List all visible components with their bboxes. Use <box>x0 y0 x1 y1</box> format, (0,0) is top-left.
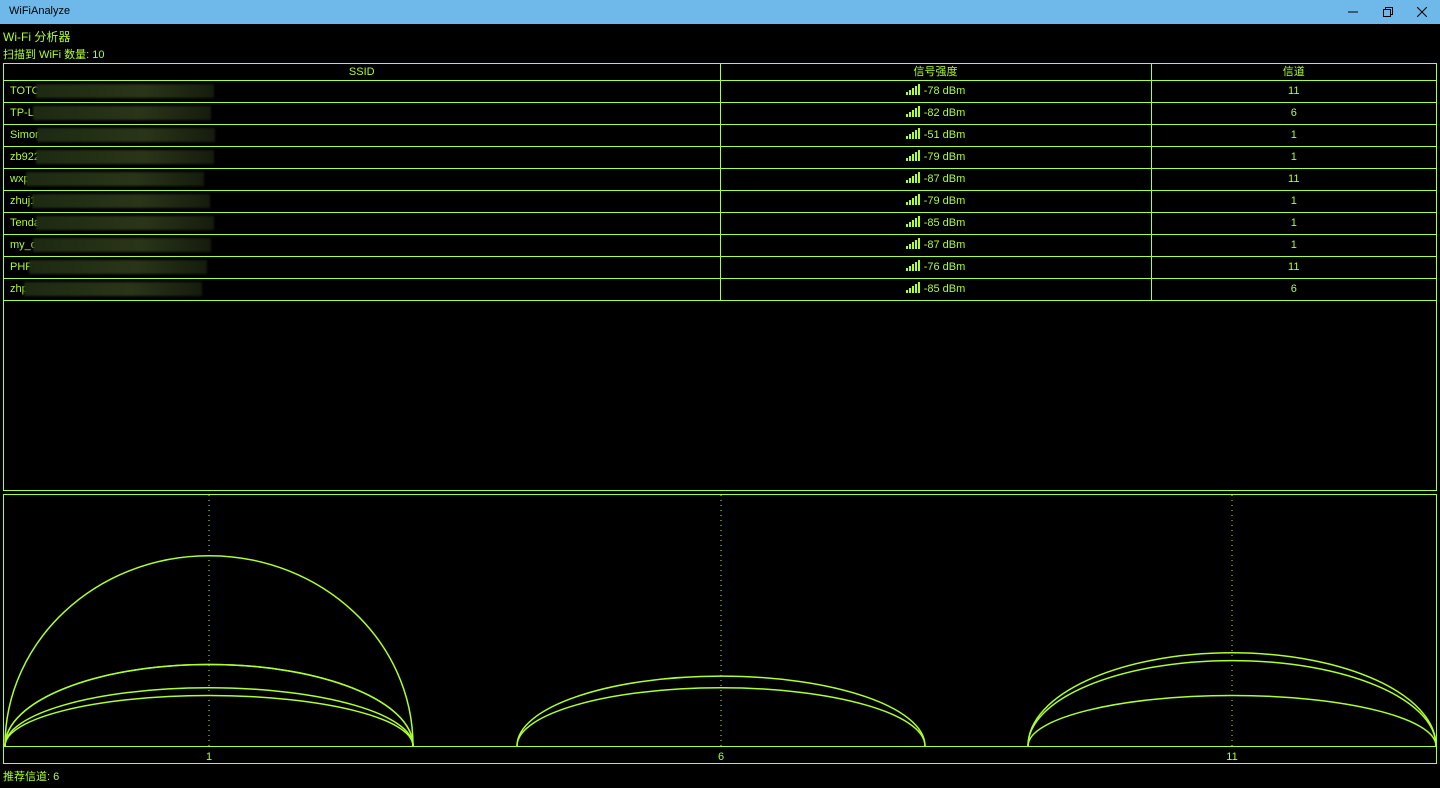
channel-cell: 1 <box>1150 189 1436 213</box>
table-row[interactable]: TP-LI -82 dBm 6 <box>4 101 1436 125</box>
scan-count: 扫描到 WiFi 数量: 10 <box>3 49 105 61</box>
signal-strength-icon <box>905 106 921 117</box>
table-row[interactable]: PHP -76 dBm 11 <box>4 255 1436 279</box>
close-button[interactable] <box>1405 0 1439 24</box>
signal-strength-icon <box>905 172 921 183</box>
app-title: Wi-Fi 分析器 <box>3 30 71 44</box>
channel-cell: 1 <box>1150 145 1436 169</box>
signal-cell: -82 dBm <box>719 101 1152 125</box>
signal-cell: -79 dBm <box>719 189 1152 213</box>
ssid-cell: zhuj1 <box>4 189 721 213</box>
signal-text: -79 dBm <box>923 151 966 163</box>
channel-cell: 6 <box>1150 101 1436 125</box>
signal-cell: -79 dBm <box>719 145 1152 169</box>
channel-graph: 1 6 11 <box>4 495 1436 763</box>
channel-cell: 11 <box>1150 79 1436 103</box>
redacted-mac <box>32 194 211 209</box>
signal-cell: -85 dBm <box>719 277 1152 301</box>
redacted-mac <box>37 128 216 143</box>
signal-strength-icon <box>905 260 921 271</box>
signal-text: -79 dBm <box>923 195 966 207</box>
channel-cell: 11 <box>1150 167 1436 191</box>
redacted-mac <box>32 238 211 253</box>
network-signal-arc <box>1027 659 1436 747</box>
signal-text: -76 dBm <box>923 261 966 273</box>
table-header: SSID 信号强度 信道 <box>4 64 1436 81</box>
redacted-mac <box>28 260 207 275</box>
signal-strength-icon <box>905 282 921 293</box>
ssid-cell: Simon <box>4 123 721 147</box>
recommended-channel: 推荐信道: 6 <box>3 771 60 783</box>
table-row[interactable]: zb922 -79 dBm 1 <box>4 145 1436 169</box>
wifi-table: SSID 信号强度 信道 TOTO -78 dBm 11 TP-LI -82 dBm 6 S… <box>4 64 1436 301</box>
table-row[interactable]: Tenda -85 dBm 1 <box>4 211 1436 235</box>
window-title: WiFiAnalyze <box>9 5 71 17</box>
signal-strength-icon <box>905 216 921 227</box>
signal-strength-icon <box>905 150 921 161</box>
channel-graph-panel: 1 6 11 <box>3 494 1437 764</box>
signal-text: -78 dBm <box>923 85 966 97</box>
signal-cell: -76 dBm <box>719 255 1152 279</box>
redacted-mac <box>32 106 211 121</box>
column-header-channel[interactable]: 信道 <box>1150 64 1436 81</box>
signal-cell: -78 dBm <box>719 79 1152 103</box>
table-row[interactable]: TOTO -78 dBm 11 <box>4 79 1436 103</box>
ssid-cell: TOTO <box>4 79 721 103</box>
signal-strength-icon <box>905 84 921 95</box>
redacted-mac <box>23 282 202 297</box>
signal-text: -85 dBm <box>923 283 966 295</box>
column-header-ssid[interactable]: SSID <box>4 64 721 81</box>
channel-cell: 11 <box>1150 255 1436 279</box>
signal-text: -87 dBm <box>923 173 966 185</box>
redacted-mac <box>36 84 215 99</box>
table-row[interactable]: zhp -85 dBm 6 <box>4 277 1436 301</box>
signal-text: -87 dBm <box>923 239 966 251</box>
channel-cell: 6 <box>1150 277 1436 301</box>
signal-cell: -87 dBm <box>719 233 1152 257</box>
signal-text: -51 dBm <box>923 129 966 141</box>
signal-strength-icon <box>905 238 921 249</box>
minimize-button[interactable] <box>1336 0 1370 24</box>
restore-button[interactable] <box>1371 0 1405 24</box>
ssid-cell: wxp <box>4 167 721 191</box>
ssid-cell: my_d <box>4 233 721 257</box>
channel-cell: 1 <box>1150 123 1436 147</box>
ssid-cell: TP-LI <box>4 101 721 125</box>
ssid-cell: Tenda <box>4 211 721 235</box>
signal-strength-icon <box>905 194 921 205</box>
wifi-table-panel: SSID 信号强度 信道 TOTO -78 dBm 11 TP-LI -82 dBm 6 S… <box>3 63 1437 491</box>
tick-label: 6 <box>718 751 724 763</box>
table-row[interactable]: Simon -51 dBm 1 <box>4 123 1436 147</box>
ssid-cell: PHP <box>4 255 721 279</box>
network-signal-arc <box>1027 652 1436 747</box>
signal-text: -85 dBm <box>923 217 966 229</box>
signal-text: -82 dBm <box>923 107 966 119</box>
table-row[interactable]: wxp -87 dBm 11 <box>4 167 1436 191</box>
signal-cell: -87 dBm <box>719 167 1152 191</box>
channel-cell: 1 <box>1150 233 1436 257</box>
title-bar: WiFiAnalyze <box>0 0 1440 24</box>
signal-strength-icon <box>905 128 921 139</box>
signal-cell: -51 dBm <box>719 123 1152 147</box>
minimize-icon <box>1348 11 1358 13</box>
column-header-signal[interactable]: 信号强度 <box>719 64 1152 81</box>
restore-icon <box>1383 7 1393 17</box>
close-icon <box>1417 7 1427 17</box>
signal-cell: -85 dBm <box>719 211 1152 235</box>
ssid-cell: zhp <box>4 277 721 301</box>
channel-cell: 1 <box>1150 211 1436 235</box>
redacted-mac <box>35 150 214 165</box>
network-signal-arc <box>4 686 414 747</box>
tick-label: 11 <box>1226 751 1237 763</box>
ssid-cell: zb922 <box>4 145 721 169</box>
redacted-mac <box>35 216 214 231</box>
table-row[interactable]: my_d -87 dBm 1 <box>4 233 1436 257</box>
redacted-mac <box>25 172 204 187</box>
tick-label: 1 <box>206 751 212 763</box>
table-row[interactable]: zhuj1 -79 dBm 1 <box>4 189 1436 213</box>
